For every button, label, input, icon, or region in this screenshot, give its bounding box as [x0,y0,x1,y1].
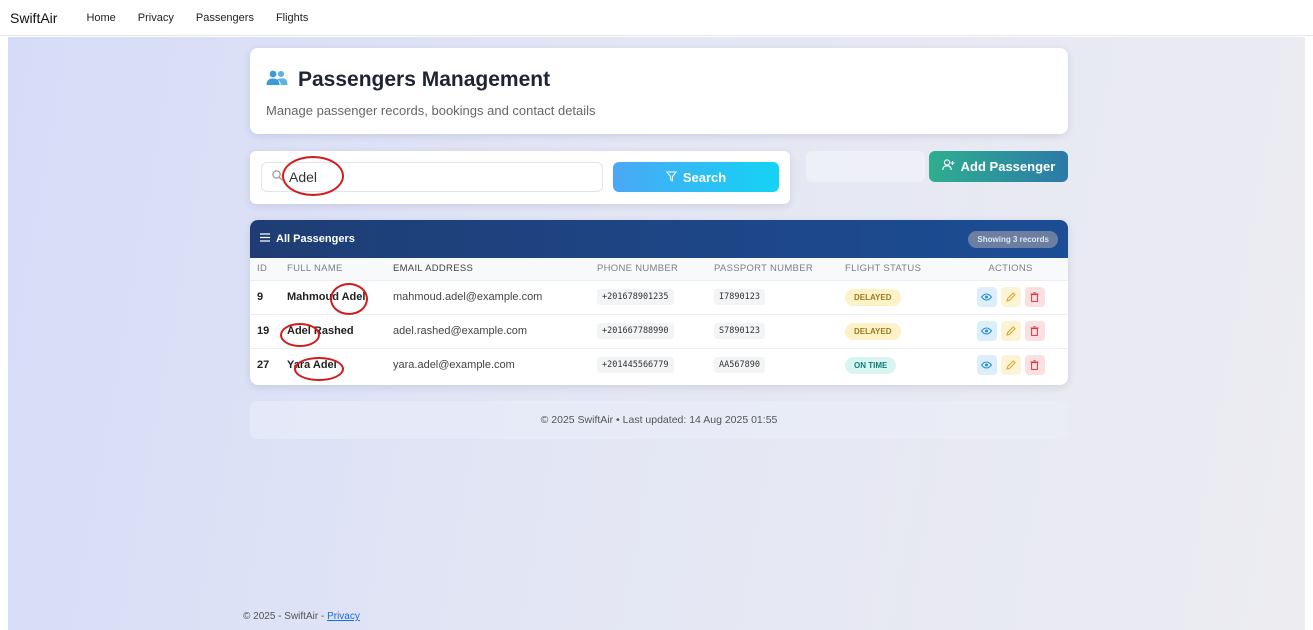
search-button-label: Search [682,169,727,185]
row-passport: AA567890 [714,357,765,374]
status-badge: DELAYED [845,288,901,306]
edit-icon[interactable] [1000,355,1021,376]
status-badge: DELAYED [845,322,901,340]
row-name: Yara Adel [280,347,393,382]
row-phone: +201667788990 [597,323,674,339]
passengers-table-card: All Passengers Showing 3 records ID FULL… [250,220,1068,385]
brand-logo[interactable]: SwiftAir [10,10,57,26]
add-user-icon [941,159,955,174]
delete-icon[interactable] [1024,287,1045,307]
search-card: Adel Search [250,151,790,204]
record-count-badge: Showing 3 records [968,230,1058,248]
row-email: yara.adel@example.com [393,347,597,382]
search-button[interactable]: Search [613,162,779,192]
row-phone: +201678901235 [597,289,674,305]
header-card: Passengers Management Manage passenger r… [250,48,1068,134]
table-row: 19 Adel Rashed adel.rashed@example.com +… [250,313,1068,348]
row-id: 9 [250,279,280,314]
users-icon [266,68,288,92]
dashboard-button-label: Dashboard [844,159,904,174]
last-updated-footer: © 2025 SwiftAir • Last updated: 14 Aug 2… [250,401,1068,439]
copyright-text: © 2025 - SwiftAir - [243,611,328,622]
footer-privacy-link[interactable]: Privacy [327,611,360,622]
table-row: 27 Yara Adel yara.adel@example.com +2014… [250,347,1068,382]
col-email[interactable]: EMAIL ADDRESS [393,258,597,280]
col-phone[interactable]: PHONE NUMBER [597,258,714,280]
page-footer: © 2025 - SwiftAir - Privacy [243,611,360,622]
page-title-text: Passengers Management [298,68,551,91]
row-name: Mahmoud Adel [280,279,393,314]
view-icon[interactable] [976,355,997,376]
list-icon [260,233,270,245]
dashboard-button[interactable]: Dashboard [806,151,925,182]
search-input[interactable]: Adel [261,162,603,192]
top-navbar: SwiftAir Home Privacy Passengers Flights [0,0,1313,36]
edit-icon[interactable] [1000,321,1021,341]
edit-icon[interactable] [1000,287,1021,307]
filter-icon [665,170,678,185]
col-passport[interactable]: PASSPORT NUMBER [714,258,845,280]
passengers-table: ID FULL NAME EMAIL ADDRESS PHONE NUMBER … [250,258,1068,382]
nav-home[interactable]: Home [86,12,115,24]
home-icon [828,160,839,174]
add-passenger-button[interactable]: Add Passenger [929,151,1068,182]
row-passport: S7890123 [714,323,765,339]
table-header-row: ID FULL NAME EMAIL ADDRESS PHONE NUMBER … [250,258,1068,280]
view-icon[interactable] [976,321,997,341]
view-icon[interactable] [976,287,997,307]
status-badge: ON TIME [845,356,897,374]
row-passport: I7890123 [714,289,765,305]
row-phone: +201445566779 [597,357,674,374]
delete-icon[interactable] [1024,355,1045,376]
page-subtitle: Manage passenger records, bookings and c… [266,103,596,118]
nav-passengers[interactable]: Passengers [196,12,254,24]
add-passenger-label: Add Passenger [960,159,1056,174]
nav-flights[interactable]: Flights [276,12,308,24]
col-flight-status[interactable]: FLIGHT STATUS [845,258,953,280]
table-row: 9 Mahmoud Adel mahmoud.adel@example.com … [250,279,1068,314]
row-email: adel.rashed@example.com [393,313,597,348]
nav-privacy[interactable]: Privacy [138,12,174,24]
col-actions: ACTIONS [953,258,1068,280]
search-input-value: Adel [289,169,318,185]
table-header-bar: All Passengers Showing 3 records [250,220,1068,258]
search-icon [272,170,283,184]
row-email: mahmoud.adel@example.com [393,279,597,314]
table-title-text: All Passengers [276,233,355,245]
row-name: Adel Rashed [280,313,393,348]
page-title: Passengers Management [266,68,550,92]
col-id[interactable]: ID [250,258,280,280]
table-title: All Passengers [260,233,355,245]
delete-icon[interactable] [1024,321,1045,341]
row-id: 27 [250,347,280,382]
col-full-name[interactable]: FULL NAME [280,258,393,280]
row-id: 19 [250,313,280,348]
